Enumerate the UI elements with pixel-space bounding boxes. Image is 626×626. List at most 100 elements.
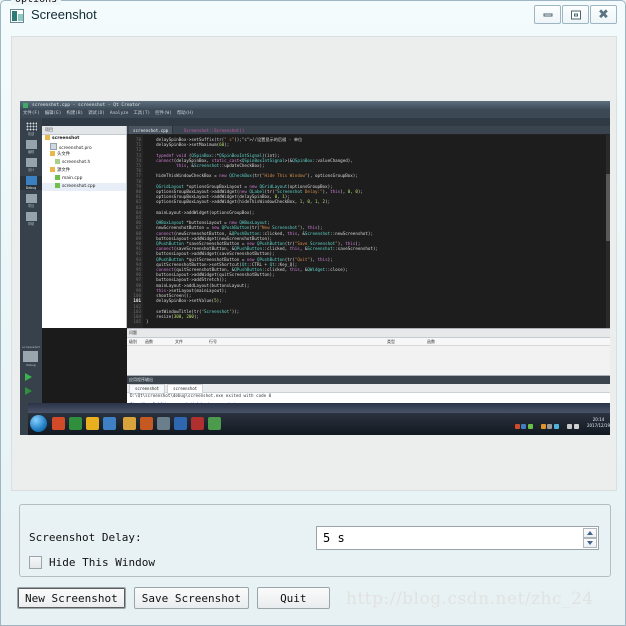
project-tree-panel: 项目 screenshot screenshot.pro 头文件 screenshot… — [42, 126, 127, 328]
debug-icon — [25, 176, 37, 185]
hide-window-row[interactable]: Hide This Window — [29, 556, 155, 569]
qtcreator-title-text: screenshot.cpp - screenshot - Qt Creator — [32, 103, 141, 108]
code-editor: screenshot.cpp Screenshot::Screenshot() … — [127, 126, 610, 328]
mode-label: 编辑 — [27, 150, 35, 154]
issues-column-header[interactable]: 行号 — [209, 338, 217, 345]
issues-toolbar: 问题 — [127, 329, 610, 338]
window-controls: ✖ — [533, 5, 617, 24]
editor-symbol-selector[interactable]: Screenshot::Screenshot() — [184, 126, 245, 134]
qtcreator-menubar: 文件(F) 编辑(E) 构建(B) 调试(D) Analyze 工具(T) 控件(W) 帮助(… — [20, 110, 610, 118]
debug-button-icon[interactable] — [25, 387, 32, 395]
menu-item-3[interactable]: 调试(D) — [88, 111, 105, 116]
watermark-text: http://blog.csdn.net/zhc_24 — [346, 589, 594, 609]
kit-selector-icon[interactable] — [23, 351, 38, 362]
menu-item-0[interactable]: 文件(F) — [23, 111, 40, 116]
maximize-icon — [570, 10, 581, 19]
taskbar-icon-5[interactable] — [123, 417, 136, 430]
close-button[interactable]: ✖ — [590, 5, 617, 24]
tree-item-5[interactable]: main.cpp — [42, 175, 126, 183]
issues-columns: 级别 函数 文件 行号 类型 函数 — [127, 338, 610, 346]
tree-item-label: screenshot.cpp — [62, 184, 96, 189]
tree-item-label: main.cpp — [62, 176, 83, 181]
tree-item-3[interactable]: screenshot.h — [42, 159, 126, 167]
projects-icon — [25, 194, 37, 203]
taskbar-icon-1[interactable] — [52, 417, 65, 430]
editor-line-numbers: 70 71 72 73 74 75 76 77 78 79 80 81 82 83 84 85 86 87 88 89… — [127, 135, 143, 328]
windows-taskbar: 20:14 2017/12/19 — [28, 413, 610, 435]
editor-tab-screenshot-cpp[interactable]: screenshot.cpp — [129, 126, 174, 134]
maximize-button[interactable] — [562, 5, 589, 24]
tree-item-4[interactable]: 源文件 — [42, 167, 126, 175]
issues-column-header[interactable]: 文件 — [175, 338, 183, 345]
editor-code-text[interactable]: delaySpinBox->setSuffix(tr(" s"));"c">//… — [143, 135, 610, 328]
taskbar-icon-4[interactable] — [103, 417, 116, 430]
issues-column-header[interactable]: 函数 — [427, 338, 435, 345]
edit-icon — [25, 140, 37, 149]
mode-label: 帮助 — [27, 222, 35, 226]
system-tray — [514, 419, 580, 429]
issues-column-header[interactable]: 级别 — [129, 338, 137, 345]
qtcreator-titlebar: screenshot.cpp - screenshot - Qt Creator — [20, 101, 610, 110]
issues-panel: 问题 级别 函数 文件 行号 类型 函数 — [127, 328, 610, 375]
spinbox-down-button[interactable] — [583, 538, 597, 548]
minimize-icon — [543, 13, 552, 16]
mode-设计[interactable]: 设计 — [20, 158, 42, 172]
project-tree-header: 项目 — [42, 126, 126, 135]
delay-value: 5 s — [323, 531, 345, 545]
tree-item-2[interactable]: 头文件 — [42, 151, 126, 159]
taskbar-icon-6[interactable] — [140, 417, 153, 430]
mode-欢迎[interactable]: 欢迎 — [20, 122, 42, 136]
mode-项目[interactable]: 项目 — [20, 194, 42, 208]
spinbox-up-button[interactable] — [583, 528, 597, 538]
kit-mode: Debug — [26, 363, 36, 367]
tree-item-1[interactable]: screenshot.pro — [42, 143, 126, 151]
taskbar-icon-3[interactable] — [86, 417, 99, 430]
taskbar-icon-10[interactable] — [208, 417, 221, 430]
menu-item-7[interactable]: 帮助(H) — [177, 111, 194, 116]
new-screenshot-button[interactable]: New Screenshot — [17, 587, 126, 609]
quit-button[interactable]: Quit — [257, 587, 330, 609]
mode-label: Debug — [25, 186, 37, 190]
line-number: 105 — [133, 319, 141, 325]
help-icon — [25, 212, 37, 221]
run-button-icon[interactable] — [25, 373, 32, 381]
menu-item-2[interactable]: 构建(B) — [66, 111, 83, 116]
folder-icon — [50, 167, 55, 172]
editor-scrollbar[interactable] — [606, 135, 610, 328]
mode-帮助[interactable]: 帮助 — [20, 212, 42, 226]
mode-label: 欢迎 — [27, 132, 35, 136]
tree-item-6[interactable]: screenshot.cpp — [42, 183, 126, 191]
window-title: Screenshot — [31, 7, 97, 22]
mode-编辑[interactable]: 编辑 — [20, 140, 42, 154]
taskbar-icon-8[interactable] — [174, 417, 187, 430]
taskbar-icon-2[interactable] — [69, 417, 82, 430]
start-button-icon[interactable] — [30, 415, 47, 432]
minimize-button[interactable] — [534, 5, 561, 24]
tree-item-0[interactable]: screenshot — [42, 135, 126, 143]
taskbar-clock[interactable]: 20:14 2017/12/19 — [582, 417, 610, 429]
menu-item-4[interactable]: Analyze — [110, 111, 129, 116]
editor-tabbar: screenshot.cpp Screenshot::Screenshot() — [127, 126, 610, 135]
screenshot-delay-spinbox[interactable]: 5 s — [316, 526, 599, 550]
tree-item-label: 头文件 — [57, 152, 71, 157]
save-screenshot-button[interactable]: Save Screenshot — [133, 587, 250, 609]
issues-panel-title: 问题 — [129, 330, 137, 335]
application-output-toolbar: 应用程序输出 — [127, 376, 610, 384]
taskbar-icon-9[interactable] — [191, 417, 204, 430]
folder-icon — [45, 135, 50, 140]
captured-desktop-image: screenshot.cpp - screenshot - Qt Creator… — [20, 101, 610, 435]
application-output-title: 应用程序输出 — [129, 377, 153, 382]
menu-item-6[interactable]: 控件(W) — [155, 111, 172, 116]
hide-this-window-label: Hide This Window — [49, 556, 155, 569]
application-output-tabs: screenshot screenshot — [127, 384, 610, 394]
options-legend: Options — [11, 0, 62, 5]
tree-item-label: screenshot.h — [62, 160, 91, 165]
issues-column-header[interactable]: 函数 — [145, 338, 153, 345]
issues-column-header[interactable]: 类型 — [387, 338, 395, 345]
taskbar-icon-7[interactable] — [157, 417, 170, 430]
button-row: New Screenshot Save Screenshot Quit — [17, 587, 338, 609]
menu-item-5[interactable]: 工具(T) — [133, 111, 150, 116]
mode-Debug[interactable]: Debug — [20, 176, 42, 190]
menu-item-1[interactable]: 编辑(E) — [45, 111, 62, 116]
hide-this-window-checkbox[interactable] — [29, 556, 42, 569]
